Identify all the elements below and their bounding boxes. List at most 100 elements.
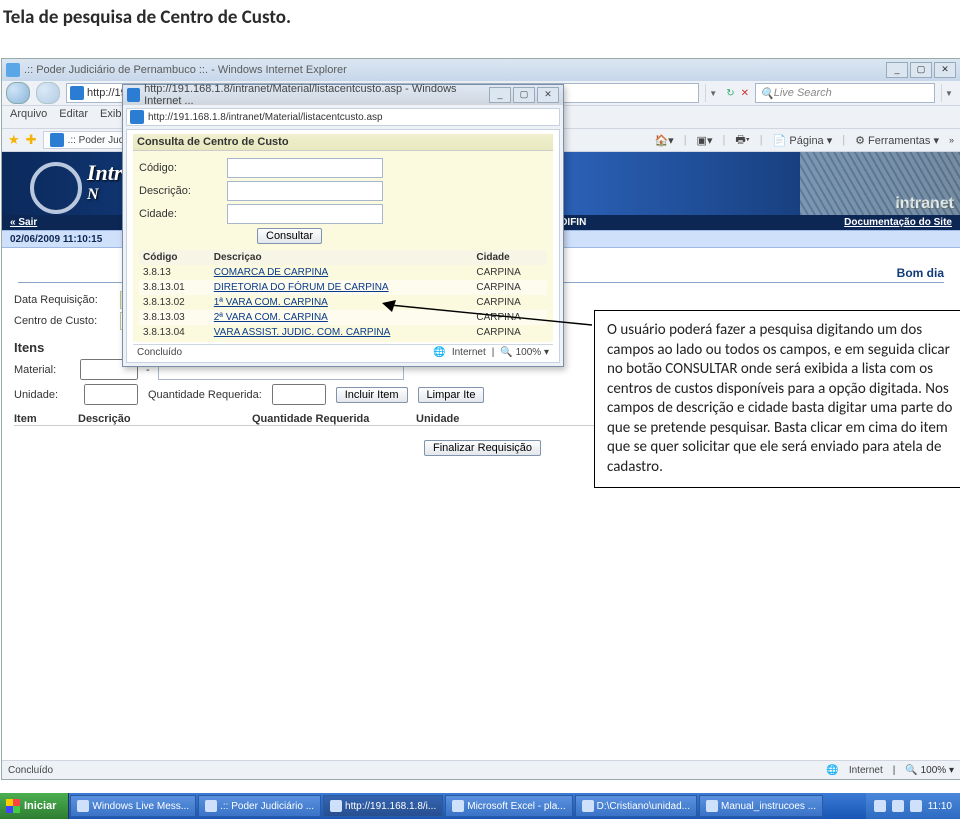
menu-editar[interactable]: Editar [59, 108, 88, 126]
feeds-icon[interactable]: ▣▾ [697, 134, 713, 147]
overflow-icon[interactable]: » [949, 135, 954, 145]
print-icon[interactable]: 🖶▾ [735, 131, 749, 150]
popup-status-done: Concluído [137, 347, 182, 358]
result-link[interactable]: VARA ASSIST. JUDIC. COM. CARPINA [214, 327, 391, 338]
status-net: Internet [849, 765, 883, 776]
cell-codigo: 3.8.13.02 [139, 295, 210, 310]
search-placeholder: Live Search [774, 87, 832, 99]
status-done: Concluído [8, 765, 53, 776]
maximize-button[interactable]: ▢ [910, 62, 932, 78]
col-qtd: Quantidade Requerida [252, 413, 402, 425]
incluir-item-button[interactable]: Incluir Item [336, 387, 408, 403]
taskbar-item[interactable]: Manual_instrucoes ... [699, 795, 823, 817]
consultar-button[interactable]: Consultar [257, 228, 322, 244]
th-desc: Descriçao [210, 250, 473, 265]
taskbar-item[interactable]: D:\Cristiano\unidad... [575, 795, 697, 817]
search-dropdown-icon[interactable]: ▼ [941, 84, 956, 102]
start-button[interactable]: Iniciar [0, 793, 69, 819]
add-favorite-icon[interactable]: ✚ [26, 132, 37, 148]
page-caption: Tela de pesquisa de Centro de Custo. [0, 0, 960, 37]
tray-icon[interactable] [910, 800, 922, 812]
status-zoom[interactable]: 🔍 100% ▾ [905, 765, 954, 776]
taskbar-app-icon [452, 800, 464, 812]
taskbar-item[interactable]: .:: Poder Judiciário ... [198, 795, 321, 817]
status-net-icon: 🌐 [826, 765, 838, 776]
taskbar-app-icon [330, 800, 342, 812]
annotation-box: O usuário poderá fazer a pesquisa digita… [594, 310, 960, 488]
taskbar-app-icon [205, 800, 217, 812]
finalizar-button[interactable]: Finalizar Requisição [424, 440, 541, 456]
windows-logo-icon [6, 799, 20, 813]
popup-zoom[interactable]: 🔍 100% ▾ [500, 347, 549, 358]
material-label: Material: [14, 364, 74, 376]
home-icon[interactable]: 🏠▾ [654, 134, 673, 147]
favorites-icon[interactable]: ★ [8, 132, 20, 148]
popup-title-text: http://191.168.1.8/intranet/Material/lis… [144, 83, 485, 107]
taskbar-app-icon [706, 800, 718, 812]
taskbar-app-icon [77, 800, 89, 812]
date-stamp: 02/06/2009 11:10:15 [10, 234, 102, 245]
popup-minimize-button[interactable]: _ [489, 87, 511, 103]
col-uni: Unidade [416, 413, 459, 425]
lbl-cidade: Cidade: [139, 208, 219, 220]
search-icon: 🔍 [760, 87, 774, 100]
lbl-codigo: Código: [139, 162, 219, 174]
codigo-input[interactable] [227, 158, 383, 178]
menu-arquivo[interactable]: Arquivo [10, 108, 47, 126]
cell-codigo: 3.8.13.04 [139, 325, 210, 340]
minimize-button[interactable]: _ [886, 62, 908, 78]
tab-page-icon [50, 133, 64, 147]
page-icon [70, 86, 84, 100]
taskbar-item[interactable]: Microsoft Excel - pla... [445, 795, 572, 817]
logo-icon [30, 162, 82, 214]
start-label: Iniciar [24, 800, 56, 812]
result-link[interactable]: 1ª VARA COM. CARPINA [214, 297, 328, 308]
back-button[interactable] [6, 82, 30, 104]
table-row: 3.8.13.01 DIRETORIA DO FÓRUM DE CARPINA … [139, 280, 547, 295]
tray-icon[interactable] [874, 800, 886, 812]
tools-menu[interactable]: ⚙ Ferramentas ▾ [855, 134, 939, 147]
close-button[interactable]: ✕ [934, 62, 956, 78]
address-dropdown-icon[interactable]: ▼ [705, 84, 720, 102]
clock: 11:10 [928, 801, 952, 812]
intranet-label: intranet [895, 195, 954, 213]
annotation-arrow [382, 300, 597, 330]
popup-heading: Consulta de Centro de Custo [133, 134, 553, 151]
taskbar-item[interactable]: http://191.168.1.8/i... [323, 795, 443, 817]
unidade-field[interactable] [84, 384, 138, 405]
popup-statusbar: Concluído 🌐 Internet | 🔍 100% ▾ [133, 344, 553, 360]
cell-cidade: CARPINA [472, 265, 547, 280]
taskbar: Iniciar Windows Live Mess....:: Poder Ju… [0, 793, 960, 819]
popup-address-bar[interactable]: http://191.168.1.8/intranet/Material/lis… [126, 108, 560, 126]
cell-codigo: 3.8.13.03 [139, 310, 210, 325]
popup-maximize-button[interactable]: ▢ [513, 87, 535, 103]
search-input[interactable]: 🔍 Live Search [755, 83, 935, 103]
col-item: Item [14, 413, 64, 425]
ie-icon [6, 63, 20, 77]
banner-title: IntrN [87, 160, 122, 204]
popup-close-button[interactable]: ✕ [537, 87, 559, 103]
popup-page-icon [130, 110, 144, 124]
data-req-label: Data Requisição: [14, 294, 114, 306]
result-link[interactable]: 2ª VARA COM. CARPINA [214, 312, 328, 323]
th-codigo: Código [139, 250, 210, 265]
refresh-icon[interactable]: ↻ [726, 88, 734, 99]
page-menu[interactable]: 📄 Página ▾ [773, 134, 833, 147]
result-link[interactable]: DIRETORIA DO FÓRUM DE CARPINA [214, 282, 389, 293]
tray-icon[interactable] [892, 800, 904, 812]
system-tray[interactable]: 11:10 [866, 793, 960, 819]
taskbar-item[interactable]: Windows Live Mess... [70, 795, 196, 817]
unidade-label: Unidade: [14, 389, 74, 401]
sair-link[interactable]: « Sair [10, 217, 37, 228]
limpar-item-button[interactable]: Limpar Ite [418, 387, 485, 403]
ie-title-text: .:: Poder Judiciário de Pernambuco ::. -… [24, 64, 347, 76]
doc-link[interactable]: Documentação do Site [844, 217, 952, 228]
cidade-input[interactable] [227, 204, 383, 224]
forward-button[interactable] [36, 82, 60, 104]
cell-codigo: 3.8.13.01 [139, 280, 210, 295]
result-link[interactable]: COMARCA DE CARPINA [214, 267, 328, 278]
descricao-input[interactable] [227, 181, 383, 201]
stop-icon[interactable]: ✕ [741, 88, 749, 99]
popup-address-text: http://191.168.1.8/intranet/Material/lis… [148, 112, 383, 123]
qtd-field[interactable] [272, 384, 326, 405]
